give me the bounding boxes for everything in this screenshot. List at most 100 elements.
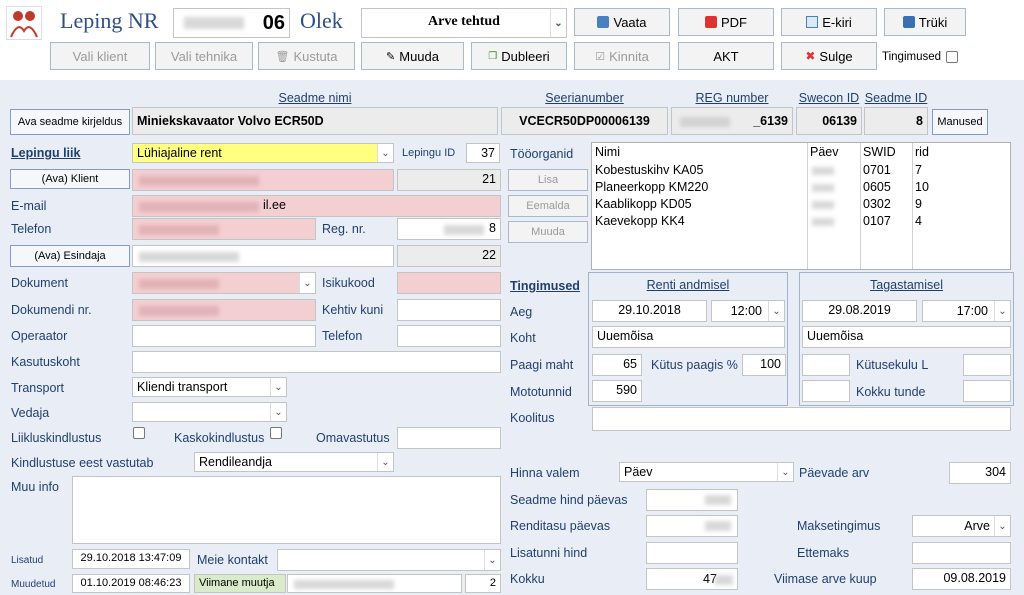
phone-field[interactable] bbox=[132, 218, 316, 240]
site-field[interactable] bbox=[132, 351, 501, 373]
table-row[interactable]: Kobestuskihv KA05 0701 7 bbox=[592, 163, 1010, 179]
our-contact-label: Meie kontakt bbox=[197, 553, 268, 567]
operator-label: Operaator bbox=[11, 329, 68, 343]
email-label: E-mail bbox=[11, 199, 47, 213]
contract-type-select[interactable]: Lühiajaline rent ⌄ bbox=[132, 143, 394, 163]
remove-tool-button[interactable]: Eemalda bbox=[508, 195, 588, 217]
training-label: Koolitus bbox=[510, 411, 555, 425]
tool-rid: 4 bbox=[915, 214, 922, 228]
chevron-down-icon: ⌄ bbox=[377, 453, 393, 471]
representative-field[interactable] bbox=[132, 245, 394, 267]
handover-date-field[interactable]: 29.10.2018 bbox=[592, 300, 707, 322]
operator-field[interactable] bbox=[132, 325, 316, 347]
our-contact-select[interactable]: ⌄ bbox=[277, 549, 501, 571]
casco-insurance-checkbox[interactable] bbox=[270, 427, 282, 439]
contract-number-field[interactable]: 06 bbox=[173, 8, 290, 38]
added-field[interactable]: 29.10.2018 13:47:09 bbox=[72, 549, 190, 569]
confirm-button[interactable]: ☑ Kinnita bbox=[574, 42, 670, 70]
terms-checkbox[interactable] bbox=[946, 51, 958, 63]
idcode-label: Isikukood bbox=[322, 276, 375, 290]
open-representative-button[interactable]: (Ava) Esindaja bbox=[10, 245, 130, 267]
return-date-field[interactable]: 29.08.2019 bbox=[802, 300, 917, 322]
document-number-field[interactable] bbox=[132, 299, 316, 321]
fuel-use-field[interactable] bbox=[963, 354, 1011, 376]
insurance-responsible-select[interactable]: Rendileandja ⌄ bbox=[194, 452, 394, 472]
last-changer-field[interactable]: Viimane muutja bbox=[194, 574, 286, 593]
delete-button[interactable]: 🗑 Kustuta bbox=[258, 42, 355, 70]
transport-select[interactable]: Kliendi transport ⌄ bbox=[132, 377, 287, 397]
price-formula-label: Hinna valem bbox=[510, 466, 580, 480]
work-tools-label: Tööorganid bbox=[510, 147, 574, 161]
open-client-button[interactable]: (Ava) Klient bbox=[10, 169, 130, 189]
edit-tool-button[interactable]: Muuda bbox=[508, 221, 588, 243]
device-id-field[interactable]: 8 bbox=[864, 107, 928, 135]
deductible-field[interactable] bbox=[397, 427, 501, 449]
work-tools-table[interactable]: Nimi Päev SWID rid Kobestuskihv KA05 070… bbox=[591, 142, 1011, 270]
prepayment-label: Ettemaks bbox=[797, 546, 850, 560]
select-client-button[interactable]: Vali klient bbox=[50, 42, 150, 70]
email-field[interactable]: il.ee bbox=[132, 195, 501, 217]
last-invoice-date-field[interactable]: 09.08.2019 bbox=[912, 568, 1011, 590]
return-time-select[interactable]: 17:00 ⌄ bbox=[922, 300, 1011, 322]
email-button[interactable]: E-kiri bbox=[781, 8, 877, 36]
total-field[interactable]: 47 bbox=[646, 568, 738, 590]
attachments-button[interactable]: Manused bbox=[932, 109, 988, 135]
table-row[interactable]: Kaablikopp KD05 0302 9 bbox=[592, 197, 1010, 213]
prepayment-field[interactable] bbox=[912, 542, 1011, 564]
contract-id-field[interactable]: 37 bbox=[466, 143, 500, 163]
edit-button[interactable]: ✎ Muuda bbox=[361, 42, 464, 70]
serial-field[interactable]: VCECR50DP00006139 bbox=[501, 107, 668, 135]
training-field[interactable] bbox=[592, 407, 1011, 431]
valid-until-field[interactable] bbox=[397, 299, 501, 321]
payment-terms-select[interactable]: Arve ⌄ bbox=[912, 515, 1011, 537]
engine-hours-field[interactable]: 590 bbox=[592, 380, 642, 402]
representative-number-field[interactable]: 22 bbox=[397, 245, 501, 267]
tool-swid: 0701 bbox=[863, 163, 891, 177]
close-label: Sulge bbox=[819, 48, 853, 64]
device-name-header: Seadme nimi bbox=[278, 91, 352, 105]
modified-field[interactable]: 01.10.2019 08:46:23 bbox=[72, 574, 190, 593]
price-formula-select[interactable]: Päev ⌄ bbox=[619, 462, 794, 482]
return-tank-field[interactable] bbox=[802, 354, 850, 376]
device-name-field[interactable]: Miniekskavaator Volvo ECR50D bbox=[132, 107, 498, 135]
return-engine-hours-field[interactable] bbox=[802, 380, 850, 402]
handover-time-select[interactable]: 12:00 ⌄ bbox=[711, 300, 785, 322]
document-select[interactable]: ⌄ bbox=[132, 272, 316, 294]
operator-phone-field[interactable] bbox=[397, 325, 501, 347]
open-device-description-button[interactable]: Ava seadme kirjeldus bbox=[10, 109, 130, 135]
fuel-in-tank-field[interactable]: 100 bbox=[742, 354, 786, 376]
pdf-button[interactable]: PDF bbox=[678, 8, 774, 36]
swecon-field[interactable]: 06139 bbox=[796, 107, 862, 135]
add-tool-button[interactable]: Lisa bbox=[508, 169, 588, 191]
close-button[interactable]: ✖ Sulge bbox=[781, 42, 877, 70]
rent-fee-field[interactable] bbox=[646, 515, 738, 537]
device-price-field[interactable] bbox=[646, 489, 738, 511]
extra-hour-field[interactable] bbox=[646, 542, 738, 564]
other-info-textarea[interactable] bbox=[72, 476, 501, 544]
act-button[interactable]: AKT bbox=[678, 42, 774, 70]
traffic-insurance-checkbox[interactable] bbox=[133, 427, 145, 439]
regnr-field[interactable]: 8 bbox=[397, 218, 501, 240]
print-button[interactable]: Trüki bbox=[884, 8, 966, 36]
last-changer-count-field[interactable]: 2 bbox=[465, 574, 501, 593]
total-hours-field[interactable] bbox=[963, 380, 1011, 402]
status-select[interactable]: Arve tehtud ⌄ bbox=[361, 8, 567, 38]
client-name-field[interactable] bbox=[132, 169, 394, 191]
client-number-field[interactable]: 21 bbox=[397, 169, 501, 191]
table-row[interactable]: Planeerkopp KM220 0605 10 bbox=[592, 180, 1010, 196]
carrier-select[interactable]: ⌄ bbox=[132, 402, 287, 422]
tool-swid: 0302 bbox=[863, 197, 891, 211]
handover-place-field[interactable]: Uuemõisa bbox=[592, 326, 785, 348]
return-place-field[interactable]: Uuemõisa bbox=[802, 326, 1011, 348]
site-label: Kasutuskoht bbox=[11, 355, 80, 369]
select-device-button[interactable]: Vali tehnika bbox=[155, 42, 253, 70]
table-row[interactable]: Kaevekopp KK4 0107 4 bbox=[592, 214, 1010, 230]
column-header: SWID bbox=[863, 145, 896, 159]
view-button[interactable]: Vaata bbox=[574, 8, 670, 36]
duplicate-button[interactable]: ❐ Dubleeri bbox=[471, 42, 567, 70]
last-changer-name-field[interactable] bbox=[287, 574, 462, 593]
tank-capacity-field[interactable]: 65 bbox=[592, 354, 642, 376]
reg-field[interactable]: _6139 bbox=[671, 107, 793, 135]
idcode-field[interactable] bbox=[397, 272, 501, 294]
days-count-field[interactable]: 304 bbox=[949, 462, 1011, 484]
